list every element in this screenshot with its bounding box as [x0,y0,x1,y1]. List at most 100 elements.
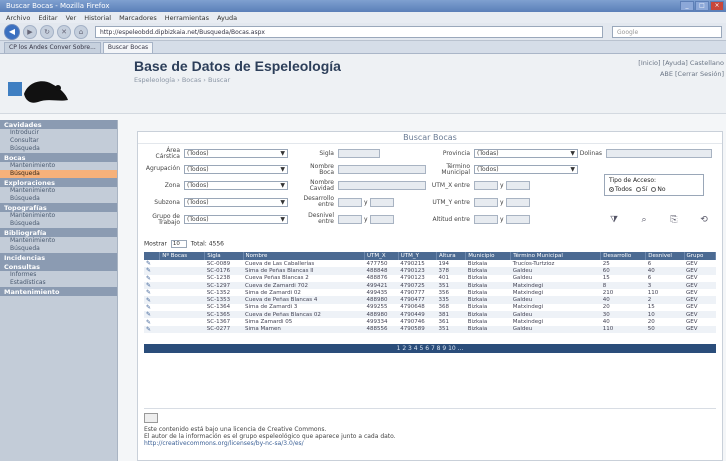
creative-commons-badge[interactable] [144,413,158,423]
radio-todos[interactable]: Todos [609,186,632,193]
sidebar-item-busqueda-topografias[interactable]: Búsqueda [0,220,117,228]
search-input[interactable]: Google [612,25,722,38]
radio-no[interactable]: No [651,186,666,193]
col-header[interactable]: Desnivel [645,252,685,260]
sidebar-item-busqueda-bocas[interactable]: Búsqueda [0,170,117,178]
close-button[interactable]: × [710,1,724,11]
sidebar-section-mantenimiento[interactable]: Mantenimiento [0,287,117,296]
input-nombre-cavidad[interactable] [338,181,426,190]
table-row[interactable]: ✎ SC-1297 Cueva de Zamardi 702 499421 479072… [144,281,716,290]
sidebar-item-mantenimiento-topografias[interactable]: Mantenimiento [0,212,117,220]
menu-ver[interactable]: Ver [66,14,77,22]
select-zona[interactable]: (Todos) ▼ [184,181,288,190]
sidebar-item-mantenimiento-bibliografia[interactable]: Mantenimiento [0,237,117,245]
menu-historial[interactable]: Historial [84,14,111,22]
search-icon[interactable]: ⌕ [638,214,650,226]
select-grupo[interactable]: (Todos) ▼ [184,215,288,224]
input-nombre-boca[interactable] [338,165,426,174]
select-provincia[interactable]: (Todas) ▼ [474,149,578,158]
table-row[interactable]: ✎ SC-1367 Sima Zamardi 05 499334 4790746 361 B… [144,318,716,326]
col-header[interactable]: Desarrollo [600,252,647,260]
edit-icon[interactable]: ✎ [144,260,160,267]
table-row[interactable]: ✎ SC-0277 Sima Mamen 488556 4790589 351 Bizkai… [144,325,716,333]
select-agrupacion[interactable]: (Todos) ▼ [184,165,288,174]
edit-icon[interactable]: ✎ [144,318,160,326]
forward-button[interactable]: ▶ [23,24,37,39]
menu-herramientas[interactable]: Herramientas [165,14,209,22]
input-desnivel-min[interactable] [338,215,362,224]
tab-andes[interactable]: CP los Andes Conver Sobre... [4,42,101,53]
sidebar-item-estadisticas[interactable]: Estadísticas [0,279,117,287]
minimize-button[interactable]: _ [680,1,694,11]
stop-button[interactable]: ✕ [57,24,71,39]
pagination[interactable]: 1 2 3 4 5 6 7 8 9 10 ... [144,344,716,353]
header-nav-links[interactable]: [Inicio] [Ayuda] Castellano [638,58,724,69]
col-header[interactable]: Nombre [243,252,365,260]
sidebar-item-consultar[interactable]: Consultar [0,137,117,145]
sidebar-item-introducir[interactable]: Introducir [0,129,117,137]
edit-icon[interactable]: ✎ [144,311,160,319]
sidebar-section-incidencias[interactable]: Incidencias [0,253,117,262]
sidebar-item-informes[interactable]: Informes [0,271,117,279]
sidebar-item-busqueda-bibliografia[interactable]: Búsqueda [0,245,117,253]
table-row[interactable]: ✎ SC-1238 Cueva Peñas Blancas 2 488876 47901… [144,275,716,282]
select-area[interactable]: (Todos) ▼ [184,149,288,158]
license-link[interactable]: http://creativecommons.org/licenses/by-n… [144,440,716,447]
home-button[interactable]: ⌂ [74,24,88,39]
sidebar-item-busqueda-exploraciones[interactable]: Búsqueda [0,195,117,203]
user-session[interactable]: ABE [Cerrar Sesión] [638,69,724,80]
col-header[interactable]: UTM_Y [398,252,438,260]
table-row[interactable]: ✎ SC-0176 Sima de Peñas Blancas II 488848 47… [144,267,716,275]
col-header[interactable]: Sigla [204,252,244,260]
sidebar-item-mantenimiento-exploraciones[interactable]: Mantenimiento [0,187,117,195]
edit-icon[interactable]: ✎ [144,289,160,296]
select-subzona[interactable]: (Todos) ▼ [184,198,288,207]
input-sigla[interactable] [338,149,380,158]
edit-icon[interactable]: ✎ [144,267,160,275]
col-header[interactable]: UTM_X [364,252,399,260]
table-row[interactable]: ✎ SC-0089 Cueva de Las Caballerías 477750 47… [144,260,716,267]
edit-icon[interactable]: ✎ [144,304,160,311]
input-utm-x-min[interactable] [474,181,498,190]
col-header[interactable]: Término Municipal [510,252,602,260]
table-row[interactable]: ✎ SC-1365 Cueva de Peñas Blancas 02 488980 4… [144,311,716,319]
edit-icon[interactable]: ✎ [144,275,160,282]
tab-buscar-bocas[interactable]: Buscar Bocas [102,42,154,53]
export-icon[interactable]: ⎘ [668,214,680,226]
edit-icon[interactable]: ✎ [144,281,160,290]
sidebar-item-busqueda-cavidades[interactable]: Búsqueda [0,145,117,153]
input-desarrollo-max[interactable] [370,198,394,207]
breadcrumb[interactable]: Espeleología › Bocas › Buscar [134,76,230,84]
input-altitud-max[interactable] [506,215,530,224]
table-row[interactable]: ✎ SC-1353 Cueva de Peñas Blancas 4 488980 47… [144,296,716,304]
table-row[interactable]: ✎ SC-1352 Sima de Zamardi 02 499435 4790777 3… [144,289,716,296]
col-header[interactable]: Municipio [465,252,512,260]
back-button[interactable]: ◀ [4,23,20,40]
filter-icon[interactable]: ⧩ [608,214,620,226]
input-desarrollo-min[interactable] [338,198,362,207]
clear-icon[interactable]: ⟲ [698,214,710,226]
radio-si[interactable]: Sí [635,186,647,193]
reload-button[interactable]: ↻ [40,24,54,39]
edit-icon[interactable]: ✎ [144,296,160,304]
input-utm-y-min[interactable] [474,198,498,207]
col-header[interactable]: Grupo [684,252,716,260]
maximize-button[interactable]: □ [695,1,709,11]
edit-icon[interactable]: ✎ [144,325,160,333]
input-utm-y-max[interactable] [506,198,530,207]
input-desnivel-max[interactable] [370,215,394,224]
menu-editar[interactable]: Editar [38,14,57,22]
address-bar[interactable]: http://espeleobdd.dipbizkaia.net/Busqued… [95,25,603,38]
select-termino[interactable]: (Todos) ▼ [474,165,578,174]
menu-marcadores[interactable]: Marcadores [119,14,157,22]
sidebar-item-mantenimiento-bocas[interactable]: Mantenimiento [0,162,117,170]
menu-ayuda[interactable]: Ayuda [217,14,237,22]
table-row[interactable]: ✎ SC-1364 Sima de Zamardi 3 499255 4790648 36… [144,304,716,311]
input-dolinas[interactable] [606,149,712,158]
page-size-select[interactable]: 10 [170,240,187,248]
input-utm-x-max[interactable] [506,181,530,190]
menu-archivo[interactable]: Archivo [6,14,30,22]
col-header[interactable]: Nº Bocas [159,252,206,260]
col-header[interactable]: Altura [436,252,467,260]
input-altitud-min[interactable] [474,215,498,224]
